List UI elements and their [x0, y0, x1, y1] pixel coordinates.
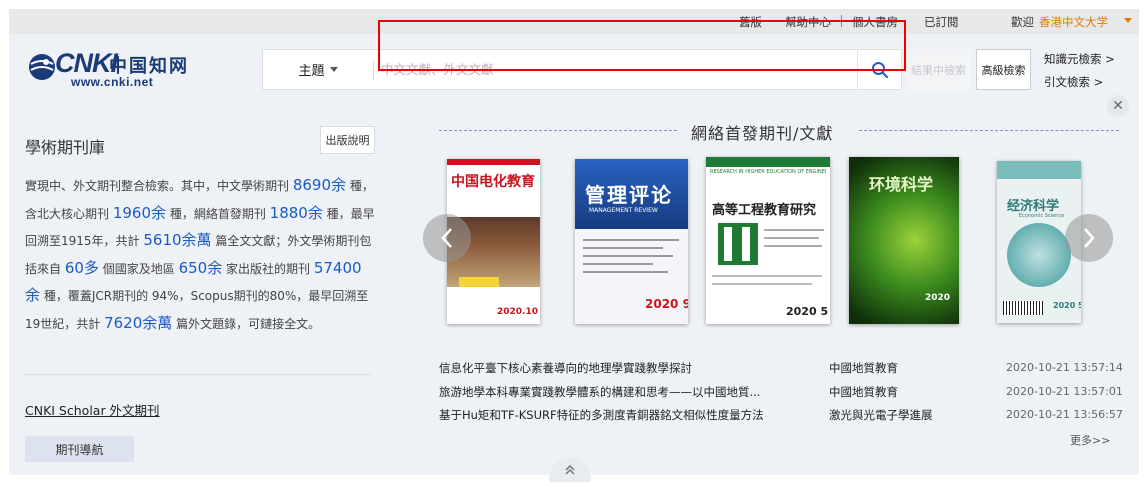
article-source[interactable]: 中國地質教育: [829, 360, 898, 376]
stat-number: 650余: [178, 258, 223, 277]
cover-subtitle: Economic Science: [1019, 213, 1065, 219]
cnki-logo[interactable]: CNKI 中国知网 www.cnki.net: [27, 48, 197, 89]
personal-library-link[interactable]: 個人書房: [852, 14, 898, 30]
topbar-divider: [841, 15, 842, 27]
article-date: 2020-10-21 13:57:01: [1006, 385, 1123, 398]
library-description: 實現中、外文期刊整合檢索。其中，中文學術期刊 8690余 種，含北大核心期刊 1…: [25, 172, 375, 337]
description-text: 實現中、外文期刊整合檢索。其中，中文學術期刊: [25, 179, 293, 193]
chevron-down-icon[interactable]: [1124, 18, 1132, 23]
chevron-left-icon: [441, 228, 452, 248]
logo-url-text: www.cnki.net: [71, 75, 154, 89]
search-button[interactable]: [857, 50, 901, 89]
stat-number: 1880余: [269, 203, 323, 222]
stat-number: 7620余萬: [104, 313, 173, 332]
result-search-button[interactable]: 結果中檢索: [907, 49, 970, 90]
institution-name[interactable]: 香港中文大学: [1039, 14, 1108, 30]
stat-number: 60多: [64, 258, 99, 277]
cover-title: 中国电化教育: [451, 174, 535, 190]
header: CNKI 中国知网 www.cnki.net 主題 結果中檢索 高級檢索 知識元…: [9, 34, 1139, 104]
close-icon[interactable]: ✕: [1107, 95, 1129, 117]
search-scope-select[interactable]: 主題: [263, 50, 373, 89]
article-date: 2020-10-21 13:56:57: [1006, 408, 1123, 421]
cover-title: 经济科学: [1007, 199, 1060, 214]
section-title: 網絡首發期刊/文獻: [691, 124, 834, 143]
more-articles-link[interactable]: 更多>>: [1070, 432, 1110, 448]
article-date: 2020-10-21 13:57:14: [1006, 361, 1123, 374]
article-source[interactable]: 中國地質教育: [829, 384, 898, 400]
search-divider: [373, 60, 374, 80]
section-rule-left: [439, 130, 677, 131]
journal-navigation-button[interactable]: 期刊導航: [25, 436, 134, 462]
advanced-search-button[interactable]: 高級檢索: [976, 49, 1031, 90]
journal-cover-2[interactable]: 管理评论 MANAGEMENT REVIEW 2020 9: [575, 159, 688, 324]
search-bar: 主題: [262, 49, 902, 90]
search-scope-label: 主題: [298, 64, 325, 79]
search-input[interactable]: [381, 50, 856, 89]
article-title[interactable]: 旅游地學本科專業實踐教學體系的構建和思考——以中國地質...: [439, 384, 809, 400]
journal-cover-3[interactable]: RESEARCH IN HIGHER EDUCATION OF ENGINEER…: [706, 157, 830, 324]
old-version-link[interactable]: 舊版: [739, 14, 762, 30]
carousel-prev-button[interactable]: [423, 214, 471, 262]
cover-issue: 2020: [925, 293, 951, 303]
journal-cover-4[interactable]: 环境科学 2020: [849, 157, 959, 324]
article-source[interactable]: 激光與光電子學進展: [829, 407, 933, 423]
panel-divider: [25, 374, 371, 375]
publish-note-button[interactable]: 出版說明: [320, 126, 375, 154]
welcome-text: 歡迎: [1011, 15, 1034, 29]
carousel-next-button[interactable]: [1065, 214, 1113, 262]
chevron-right-icon: [1084, 228, 1095, 248]
cover-issue: 2020 5: [1053, 301, 1081, 310]
stat-number: 8690余: [292, 176, 347, 194]
section-rule-right: [859, 130, 1119, 131]
cover-subtitle: RESEARCH IN HIGHER EDUCATION OF ENGINEER…: [710, 169, 826, 175]
knowledge-element-search-link[interactable]: 知識元檢索 >: [1044, 51, 1115, 67]
cover-title: 环境科学: [869, 175, 934, 194]
cnki-scholar-link[interactable]: CNKI Scholar 外文期刊: [25, 400, 160, 419]
citation-search-link[interactable]: 引文檢索 >: [1044, 74, 1103, 90]
search-icon: [871, 61, 888, 78]
cover-issue: 2020 5: [786, 305, 829, 318]
cover-issue: 2020.10: [497, 307, 538, 317]
cover-subtitle: MANAGEMENT REVIEW: [589, 207, 658, 214]
description-text: 家出版社的期刊: [222, 261, 314, 276]
page-frame: 舊版 幫助中心 個人書房 已訂閱 歡迎 香港中文大学 CNKI 中国知网 www…: [9, 9, 1139, 482]
cover-issue: 2020 9: [645, 297, 688, 311]
article-title[interactable]: 信息化平臺下核心素養導向的地理學實踐教學探討: [439, 360, 809, 376]
cover-title: 高等工程教育研究: [712, 203, 817, 218]
panel-title: 學術期刊庫: [25, 138, 106, 157]
stat-number: 1960余: [112, 203, 167, 222]
subscribed-link[interactable]: 已訂閱: [924, 14, 959, 30]
double-chevron-up-icon: [565, 464, 575, 475]
description-text: 個國家及地區: [98, 261, 179, 276]
description-text: 篇外文題錄，可鏈接全文。: [172, 316, 321, 331]
stat-number: 5610余萬: [143, 231, 212, 249]
article-title[interactable]: 基于Hu矩和TF-KSURF特征的多測度青銅器銘文相似性度量方法: [439, 407, 809, 423]
help-center-link[interactable]: 幫助中心: [785, 14, 831, 30]
cover-title: 管理评论: [585, 183, 673, 207]
globe-icon: [29, 54, 55, 80]
top-bar: 舊版 幫助中心 個人書房 已訂閱 歡迎 香港中文大学: [9, 9, 1139, 34]
collapse-button[interactable]: [549, 458, 591, 482]
caret-down-icon: [329, 67, 338, 72]
description-text: 種，網絡首發期刊: [166, 206, 270, 221]
